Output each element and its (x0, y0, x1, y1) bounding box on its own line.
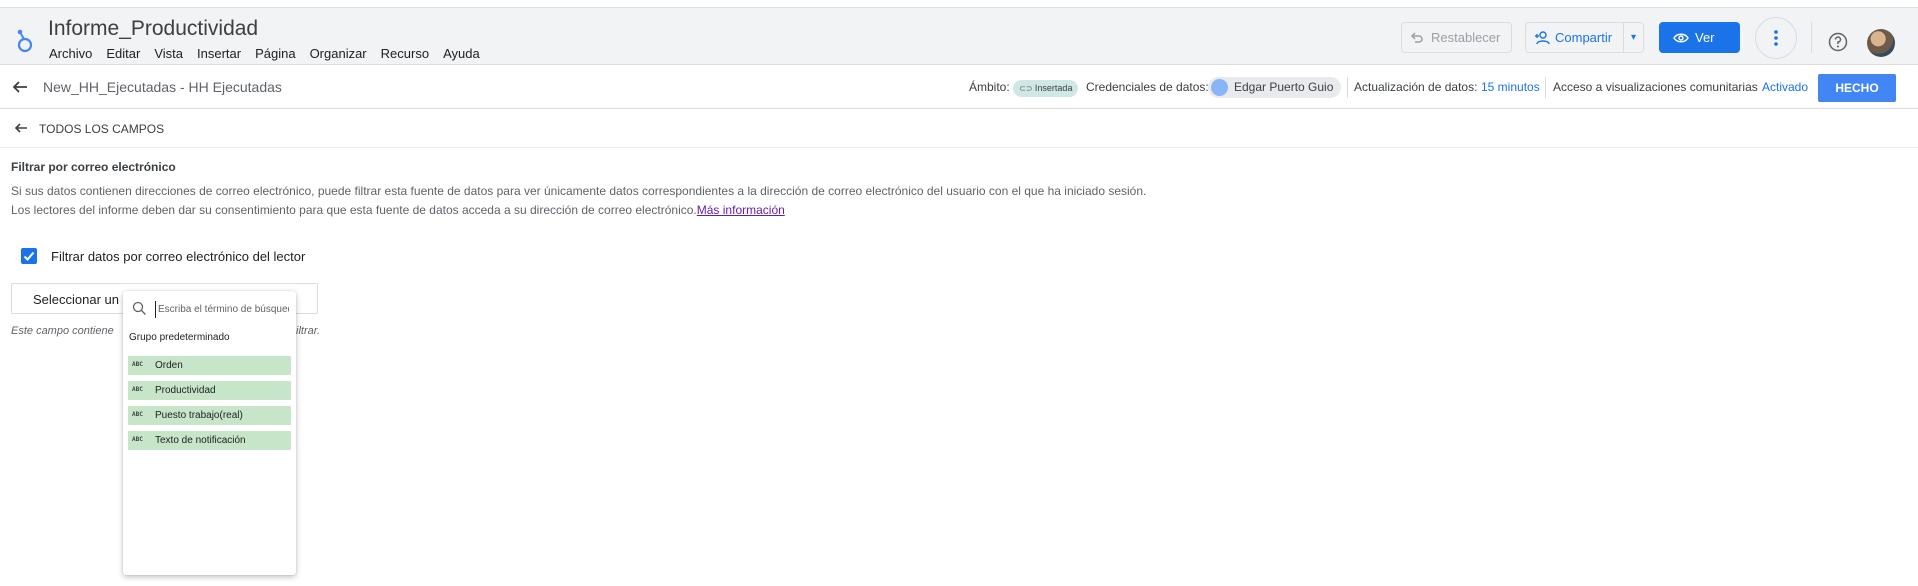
menu-organizar[interactable]: Organizar (310, 46, 367, 61)
all-fields-link[interactable]: TODOS LOS CAMPOS (39, 122, 164, 136)
field-search-input[interactable] (155, 301, 289, 318)
credentials-user-chip[interactable]: Edgar Puerto Guio (1208, 77, 1341, 98)
field-option[interactable]: ABC Orden (128, 356, 291, 375)
toolbar-divider (1347, 77, 1348, 98)
more-vert-icon (1774, 30, 1778, 46)
community-value-link[interactable]: Activado (1762, 80, 1808, 94)
check-icon (23, 251, 35, 261)
field-option[interactable]: ABC Puesto trabajo(real) (128, 406, 291, 425)
search-icon (132, 301, 146, 315)
help-icon[interactable] (1828, 32, 1848, 52)
scope-label: Ámbito: (969, 80, 1010, 94)
field-option-label: Orden (155, 360, 183, 371)
field-hint-text-end: iltrar. (296, 325, 321, 337)
field-picker-dropdown: Grupo predeterminado ABC Orden ABC Produ… (123, 291, 296, 575)
field-hint-text: Este campo contiene (11, 325, 114, 337)
link-icon: ⊂⊃ (1019, 84, 1033, 93)
toolbar-divider (1545, 77, 1546, 98)
share-button-label: Compartir (1555, 30, 1613, 45)
view-button[interactable]: Ver (1659, 22, 1740, 53)
description-line-1: Si sus datos contienen direcciones de co… (11, 184, 1147, 198)
menu-editar[interactable]: Editar (106, 46, 140, 61)
person-icon (1211, 79, 1228, 96)
view-button-label: Ver (1695, 30, 1715, 45)
done-button[interactable]: HECHO (1818, 74, 1896, 102)
user-avatar[interactable] (1867, 29, 1895, 57)
description-line-2: Los lectores del informe deben dar su co… (11, 203, 785, 217)
menu-ayuda[interactable]: Ayuda (443, 46, 480, 61)
credentials-label: Credenciales de datos: (1086, 80, 1209, 94)
undo-icon (1410, 31, 1423, 43)
looker-studio-logo-icon[interactable] (14, 26, 36, 54)
reset-button[interactable]: Restablecer (1401, 22, 1512, 53)
refresh-value-link[interactable]: 15 minutos (1481, 80, 1540, 94)
back-arrow-icon[interactable] (11, 78, 29, 96)
header-divider (1811, 22, 1812, 53)
more-info-link[interactable]: Más información (697, 203, 785, 217)
field-option[interactable]: ABC Productividad (128, 381, 291, 400)
back-arrow-icon[interactable] (13, 120, 29, 136)
credentials-user-name: Edgar Puerto Guio (1234, 80, 1334, 94)
field-option-label: Puesto trabajo(real) (155, 410, 243, 421)
group-label: Grupo predeterminado (129, 332, 230, 343)
report-title[interactable]: Informe_Productividad (48, 17, 258, 41)
section-title: Filtrar por correo electrónico (11, 160, 176, 174)
email-field-select-label: Seleccionar un (33, 292, 119, 307)
eye-icon (1673, 33, 1689, 42)
field-option-label: Texto de notificación (155, 435, 246, 446)
fields-subheader: TODOS LOS CAMPOS (0, 110, 1918, 148)
text-type-icon: ABC (132, 386, 143, 393)
text-type-icon: ABC (132, 411, 143, 418)
more-options-button[interactable] (1755, 17, 1797, 59)
refresh-label: Actualización de datos: (1354, 80, 1478, 94)
filter-by-email-label[interactable]: Filtrar datos por correo electrónico del… (51, 249, 305, 264)
share-dropdown-chevron-icon[interactable]: ▾ (1623, 23, 1643, 52)
field-option-label: Productividad (155, 385, 216, 396)
datasource-toolbar: New_HH_Ejecutadas - HH Ejecutadas Ámbito… (0, 66, 1918, 109)
app-header: Informe_Productividad Archivo Editar Vis… (0, 8, 1918, 65)
scope-chip[interactable]: ⊂⊃ Insertada (1013, 80, 1079, 97)
menu-vista[interactable]: Vista (154, 46, 183, 61)
menu-insertar[interactable]: Insertar (197, 46, 241, 61)
share-button[interactable]: Compartir ▾ (1525, 22, 1644, 53)
filter-by-email-checkbox[interactable] (21, 248, 37, 264)
scope-value: Insertada (1034, 83, 1073, 93)
datasource-title[interactable]: New_HH_Ejecutadas - HH Ejecutadas (43, 79, 282, 95)
field-option[interactable]: ABC Texto de notificación (128, 431, 291, 450)
menu-archivo[interactable]: Archivo (49, 46, 92, 61)
description-line-2-text: Los lectores del informe deben dar su co… (11, 203, 697, 217)
community-label: Acceso a visualizaciones comunitarias (1553, 80, 1758, 94)
menu-bar: Archivo Editar Vista Insertar Página Org… (49, 46, 494, 61)
browser-bookmarks-strip (0, 0, 1918, 8)
text-type-icon: ABC (132, 361, 143, 368)
text-type-icon: ABC (132, 436, 143, 443)
add-person-icon (1535, 30, 1550, 44)
reset-button-label: Restablecer (1431, 30, 1501, 45)
menu-recurso[interactable]: Recurso (381, 46, 429, 61)
menu-pagina[interactable]: Página (255, 46, 295, 61)
